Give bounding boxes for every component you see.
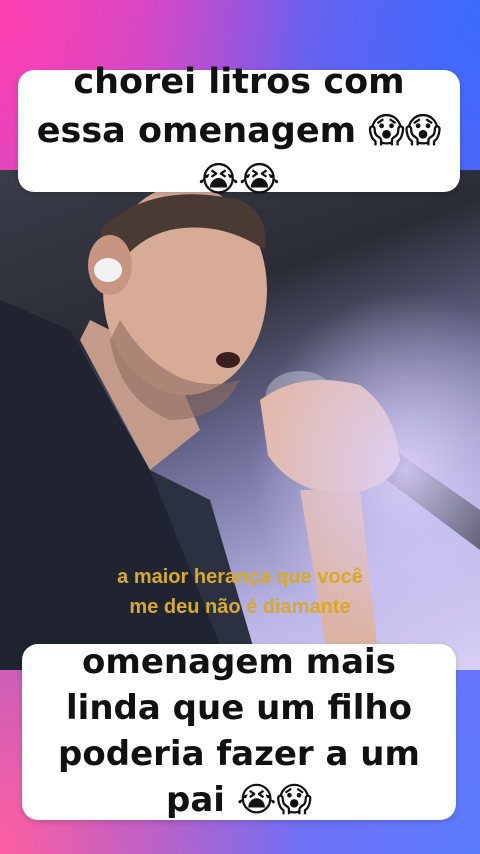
subtitle-line-1: a maior herança que você: [117, 566, 363, 588]
bottom-caption-card: omenagem mais linda que um filho poderia…: [22, 642, 456, 820]
in-ear-monitor: [94, 258, 122, 282]
bottom-caption: omenagem mais linda que um filho poderia…: [58, 642, 420, 820]
top-caption: chorei litros com essa omenagem 😱😱😭😭: [36, 61, 442, 200]
top-caption-card: chorei litros com essa omenagem 😱😱😭😭: [18, 62, 460, 200]
video-subtitle: a maior herança que você me deu não é di…: [40, 562, 440, 622]
subtitle-line-2: me deu não é diamante: [129, 596, 351, 618]
